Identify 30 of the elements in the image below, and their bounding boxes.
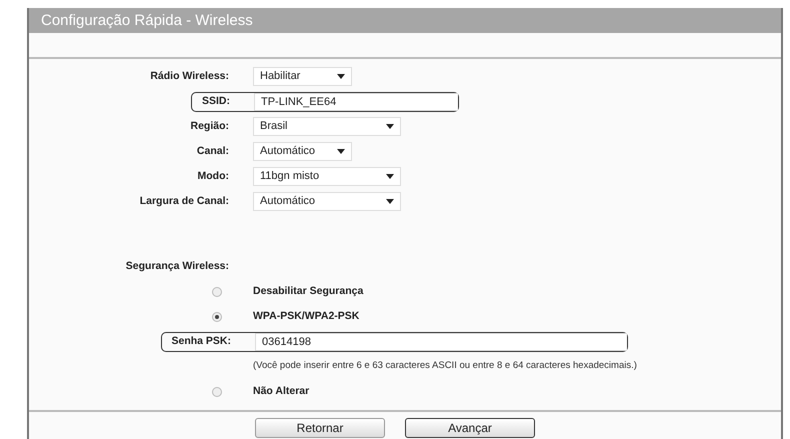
option-label: WPA-PSK/WPA2-PSK — [253, 308, 360, 324]
caret-icon — [337, 149, 345, 154]
option-label: Não Alterar — [253, 384, 310, 399]
section-label: Segurança Wireless: — [124, 258, 229, 274]
field-label: Senha PSK: — [170, 334, 231, 349]
field-label: Canal: — [196, 144, 229, 159]
dropdown[interactable]: Automático — [253, 192, 401, 211]
radio-button[interactable] — [212, 286, 222, 296]
hint-text: (Você pode inserir entre 6 e 63 caracteres ASCII ou entre 8 e 64 caracteres hexadecimais.) — [253, 359, 637, 374]
dropdown[interactable]: Automático — [253, 142, 352, 161]
field-label: Largura de Canal: — [138, 194, 229, 209]
caret-icon — [386, 174, 394, 179]
dropdown[interactable]: Habilitar — [253, 67, 352, 86]
field-label: Rádio Wireless: — [149, 68, 229, 84]
page-title: Configuração Rápida - Wireless — [29, 8, 781, 33]
radio-button[interactable] — [212, 386, 222, 396]
field-label: SSID: — [200, 94, 230, 109]
caret-icon — [386, 124, 394, 129]
nav-button[interactable]: Avançar — [405, 418, 535, 438]
dropdown[interactable]: 11bgn misto — [253, 167, 401, 186]
field-label: Modo: — [196, 168, 229, 184]
dropdown[interactable]: Brasil — [253, 117, 401, 136]
caret-icon — [386, 199, 394, 204]
radio-button[interactable] — [212, 312, 222, 322]
text-field[interactable]: 03614198 — [255, 332, 627, 350]
option-label: Desabilitar Segurança — [253, 284, 364, 299]
field-label: Região: — [189, 118, 229, 134]
caret-icon — [337, 74, 345, 79]
text-field[interactable]: TP-LINK_EE64 — [254, 92, 458, 110]
nav-button[interactable]: Retornar — [255, 418, 385, 438]
